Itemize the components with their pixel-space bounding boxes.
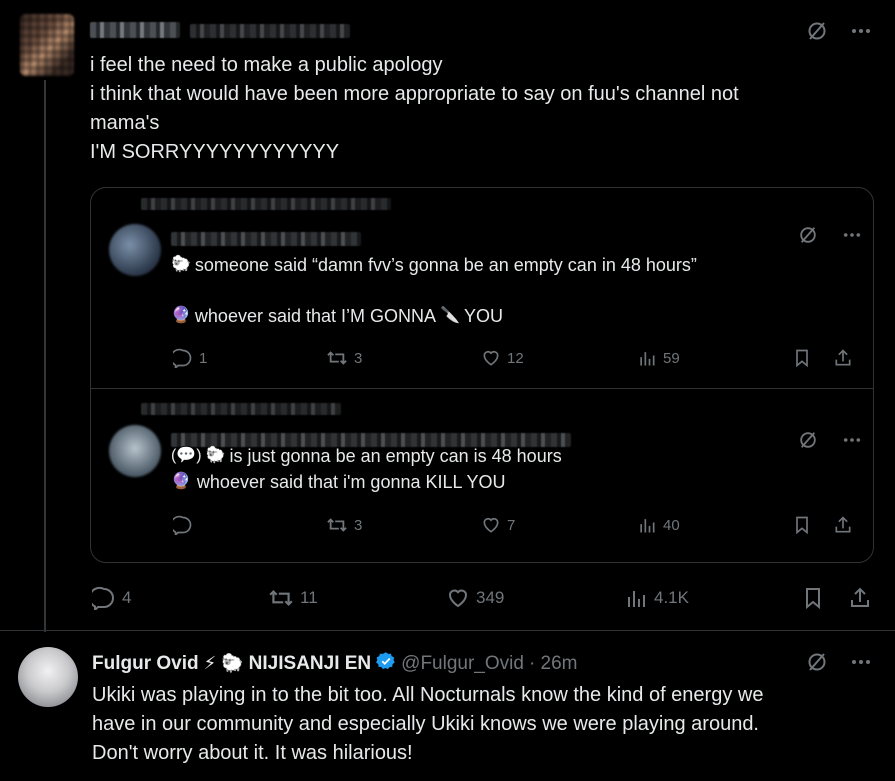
views-count: 59 bbox=[663, 349, 680, 367]
speech-bubble-emoji-icon: (💬) bbox=[171, 447, 202, 464]
post-line: i think that would have been more approp… bbox=[90, 83, 739, 105]
sheep-emoji-icon: 🐑 bbox=[171, 256, 191, 273]
bookmark-button[interactable] bbox=[802, 586, 824, 610]
post-line: mama's bbox=[90, 112, 160, 134]
quoted-posts-card[interactable]: 🐑 someone said “damn fvv’s gonna be an e… bbox=[90, 187, 874, 563]
blurred-handle bbox=[190, 24, 350, 38]
avatar[interactable] bbox=[18, 647, 78, 707]
sheep-emoji-icon: 🐑 bbox=[221, 653, 244, 673]
org-name[interactable]: NIJISANJI EN bbox=[249, 653, 371, 675]
avatar[interactable] bbox=[109, 224, 161, 276]
more-options-icon[interactable] bbox=[841, 224, 863, 246]
quoted-post-2[interactable]: (💬) 🐑 is just gonna be an empty can is 4… bbox=[91, 389, 873, 562]
blurred-display-name bbox=[90, 22, 180, 38]
more-options-icon[interactable] bbox=[850, 651, 872, 673]
crystal-ball-emoji-icon: 🔮 bbox=[171, 307, 191, 324]
reply-button[interactable] bbox=[173, 515, 193, 535]
post-line: have in our community and especially Uki… bbox=[92, 713, 759, 735]
avatar[interactable] bbox=[20, 14, 74, 76]
post-text: Ukiki was playing in to the bit too. All… bbox=[92, 681, 882, 768]
blurred-repost-header bbox=[141, 198, 391, 210]
grok-icon[interactable] bbox=[797, 429, 819, 451]
blurred-repost-header bbox=[141, 403, 341, 415]
like-count: 7 bbox=[507, 516, 516, 534]
like-button[interactable]: 349 bbox=[446, 586, 504, 610]
post-line: Don't worry about it. It was hilarious! bbox=[92, 742, 413, 764]
repost-button[interactable]: 3 bbox=[326, 348, 362, 368]
post-text: i feel the need to make a public apology… bbox=[90, 51, 870, 167]
like-button[interactable]: 12 bbox=[481, 348, 524, 368]
repost-button[interactable]: 11 bbox=[268, 586, 318, 610]
more-options-icon[interactable] bbox=[841, 429, 863, 451]
repost-count: 3 bbox=[354, 349, 363, 367]
post-line: Ukiki was playing in to the bit too. All… bbox=[92, 684, 764, 706]
bookmark-button[interactable] bbox=[793, 348, 811, 368]
views-button[interactable]: 40 bbox=[637, 515, 680, 535]
bookmark-button[interactable] bbox=[793, 515, 811, 535]
post-fulgur-ovid[interactable]: Fulgur Ovid ⚡ 🐑 NIJISANJI EN @Fulgur_Ovi… bbox=[0, 631, 895, 781]
quote-text: YOU bbox=[463, 306, 503, 326]
share-button[interactable] bbox=[833, 515, 853, 535]
share-button[interactable] bbox=[833, 348, 853, 368]
views-count: 40 bbox=[663, 516, 680, 534]
post-line: I'M SORRYYYYYYYYYYYY bbox=[90, 141, 340, 163]
blurred-name bbox=[171, 232, 361, 246]
repost-count: 3 bbox=[354, 516, 363, 534]
reply-count: 4 bbox=[122, 588, 132, 607]
quote-text: whoever said that I’M GONNA bbox=[194, 306, 437, 326]
like-count: 12 bbox=[507, 349, 524, 367]
knife-emoji-icon: 🔪 bbox=[440, 307, 460, 324]
handle[interactable]: @Fulgur_Ovid bbox=[401, 653, 524, 675]
repost-button[interactable]: 3 bbox=[326, 515, 362, 535]
quote-text: is just gonna be an empty can is 48 hour… bbox=[229, 446, 562, 466]
crystal-ball-emoji-icon: 🔮 bbox=[171, 473, 191, 490]
views-button[interactable]: 4.1K bbox=[624, 586, 689, 610]
quote-text: someone said “damn fvv’s gonna be an emp… bbox=[194, 255, 697, 275]
more-options-icon[interactable] bbox=[850, 20, 872, 42]
like-count: 349 bbox=[476, 588, 505, 607]
display-name[interactable]: Fulgur Ovid bbox=[92, 653, 199, 675]
views-button[interactable]: 59 bbox=[637, 348, 680, 368]
reply-button[interactable]: 4 bbox=[92, 586, 131, 610]
avatar[interactable] bbox=[109, 425, 161, 477]
grok-icon[interactable] bbox=[806, 651, 828, 673]
share-button[interactable] bbox=[848, 586, 872, 610]
quoted-post-1[interactable]: 🐑 someone said “damn fvv’s gonna be an e… bbox=[91, 188, 873, 388]
quote-text: whoever said that i'm gonna KILL YOU bbox=[196, 472, 506, 492]
reply-count: 1 bbox=[199, 349, 208, 367]
post-apology[interactable]: i feel the need to make a public apology… bbox=[0, 0, 895, 630]
post-line: i feel the need to make a public apology bbox=[90, 54, 443, 76]
sheep-emoji-icon: 🐑 bbox=[205, 447, 226, 464]
grok-icon[interactable] bbox=[797, 224, 819, 246]
verified-badge-icon bbox=[376, 651, 396, 676]
views-count: 4.1K bbox=[654, 588, 689, 607]
timestamp[interactable]: · 26m bbox=[529, 653, 578, 675]
reply-button[interactable]: 1 bbox=[173, 348, 207, 368]
lightning-emoji-icon: ⚡ bbox=[203, 653, 217, 673]
like-button[interactable]: 7 bbox=[481, 515, 515, 535]
grok-icon[interactable] bbox=[806, 20, 828, 42]
repost-count: 11 bbox=[300, 588, 318, 607]
